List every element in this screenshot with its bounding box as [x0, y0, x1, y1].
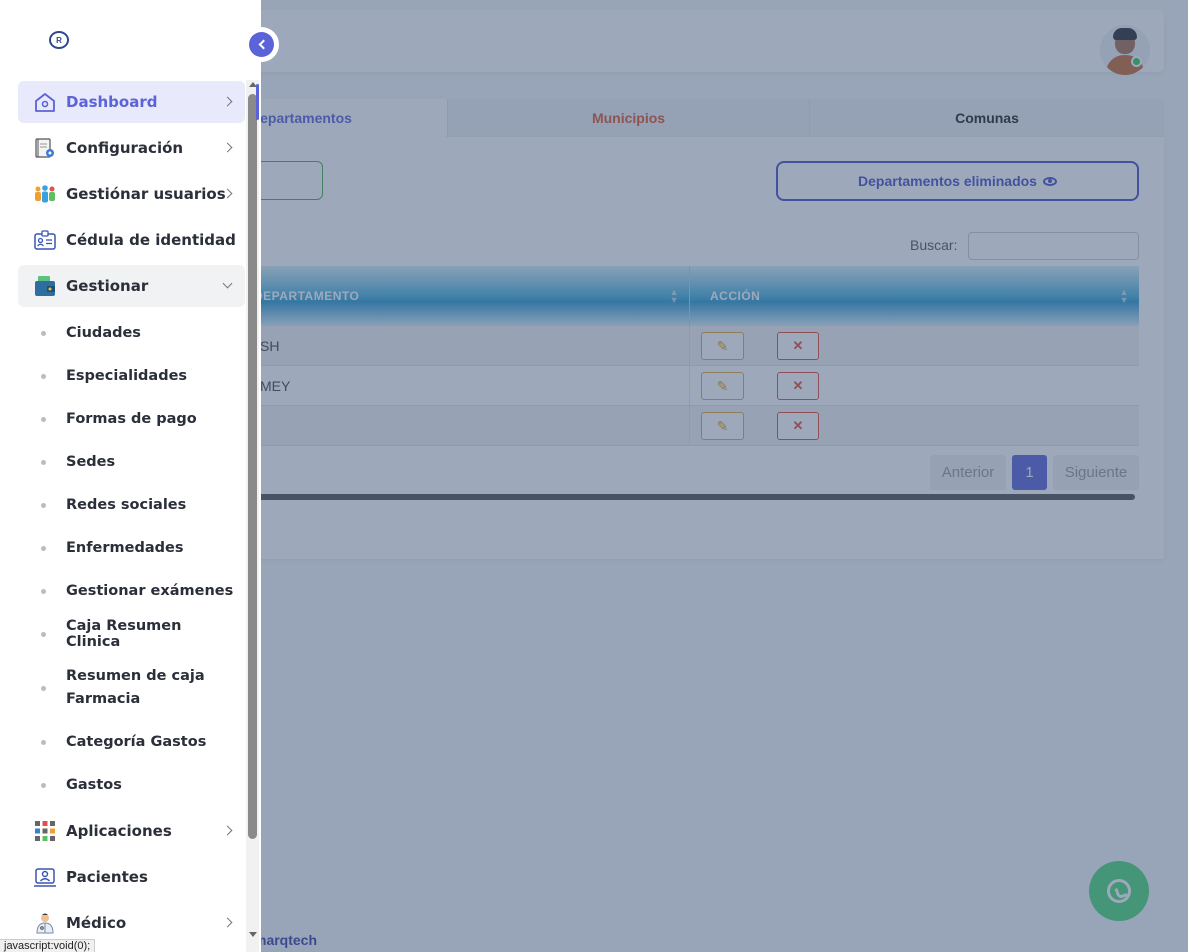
sidebar-item-gestionar-usuarios[interactable]: Gestiónar usuarios [18, 173, 245, 215]
sidebar-item-medico[interactable]: Médico [18, 902, 245, 944]
sidebar-scrollbar-thumb[interactable] [248, 94, 257, 839]
sidebar-item-label: Cédula de identidad [66, 231, 236, 249]
submenu-item-label: Gestionar exámenes [66, 582, 234, 599]
scroll-down-arrow-icon[interactable] [249, 932, 257, 937]
submenu-item-label: Formas de pago [66, 410, 197, 427]
sidebar-scrollbar[interactable] [246, 80, 259, 952]
submenu-item-especialidades[interactable]: Especialidades [18, 354, 245, 397]
submenu-item-resumen-caja-farmacia[interactable]: Resumen de caja Farmacia [18, 655, 245, 720]
submenu-item-label: Gastos [66, 776, 122, 793]
submenu-item-label: Enfermedades [66, 539, 184, 556]
sidebar-collapse-button[interactable] [244, 27, 279, 62]
sidebar-item-gestionar[interactable]: Gestionar [18, 265, 245, 307]
sidebar-item-pacientes[interactable]: Pacientes [18, 856, 245, 898]
sidebar-item-label: Gestionar [66, 277, 149, 295]
chevron-right-icon [222, 917, 233, 928]
submenu-item-gestionar-examenes[interactable]: Gestionar exámenes [18, 569, 245, 612]
wallet-icon [35, 276, 55, 296]
submenu-item-label: Caja Resumen Clinica [66, 617, 182, 650]
bullet-icon [41, 416, 46, 422]
submenu-item-label: Categoría Gastos [66, 733, 207, 750]
bullet-icon [41, 685, 46, 691]
id-card-icon [34, 230, 56, 250]
bullet-icon [41, 588, 46, 594]
submenu-item-label: Ciudades [66, 324, 141, 341]
chevron-down-icon [222, 278, 233, 289]
sidebar-item-label: Dashboard [66, 93, 158, 111]
browser-status-bar: javascript:void(0); [0, 939, 96, 952]
app-logo[interactable]: R [46, 31, 72, 57]
submenu-item-caja-resumen-clinica[interactable]: Caja Resumen Clinica [18, 612, 245, 655]
apps-grid-icon [35, 821, 55, 841]
gestionar-submenu: Ciudades Especialidades Formas de pago S… [18, 311, 245, 806]
submenu-item-label: Resumen de caja Farmacia [66, 667, 205, 707]
chevron-right-icon [222, 142, 233, 153]
bullet-icon [41, 545, 46, 551]
home-icon [35, 93, 55, 112]
sidebar-item-label: Gestiónar usuarios [66, 185, 226, 203]
chevron-left-icon [258, 39, 268, 50]
sidebar-item-label: Médico [66, 914, 127, 932]
bullet-icon [41, 782, 46, 788]
users-group-icon [35, 185, 55, 203]
collapse-button-inner [249, 32, 274, 57]
submenu-item-gastos[interactable]: Gastos [18, 763, 245, 806]
submenu-item-ciudades[interactable]: Ciudades [18, 311, 245, 354]
bullet-icon [41, 330, 46, 336]
bullet-icon [41, 459, 46, 465]
doctor-icon [36, 913, 54, 934]
bullet-icon [41, 502, 46, 508]
submenu-item-enfermedades[interactable]: Enfermedades [18, 526, 245, 569]
sidebar-item-dashboard[interactable]: Dashboard [18, 81, 245, 123]
settings-notebook-icon [35, 138, 54, 158]
submenu-item-label: Redes sociales [66, 496, 187, 513]
submenu-item-label: Especialidades [66, 367, 188, 384]
logo-mark: R [49, 31, 69, 49]
bullet-icon [41, 631, 46, 637]
active-item-indicator [256, 84, 259, 120]
sidebar-item-label: Aplicaciones [66, 822, 172, 840]
sidebar-item-aplicaciones[interactable]: Aplicaciones [18, 810, 245, 852]
sidebar-item-label: Configuración [66, 139, 184, 157]
sidebar-nav: Dashboard Configuración Gestiónar usuari… [18, 81, 245, 948]
sidebar-item-cedula[interactable]: Cédula de identidad [18, 219, 245, 261]
chevron-right-icon [222, 825, 233, 836]
chevron-right-icon [222, 96, 233, 107]
bullet-icon [41, 373, 46, 379]
submenu-item-formas-de-pago[interactable]: Formas de pago [18, 397, 245, 440]
patient-icon [34, 868, 56, 887]
bullet-icon [41, 739, 46, 745]
submenu-item-categoria-gastos[interactable]: Categoría Gastos [18, 720, 245, 763]
submenu-item-label: Sedes [66, 453, 116, 470]
submenu-item-sedes[interactable]: Sedes [18, 440, 245, 483]
sidebar-item-label: Pacientes [66, 868, 148, 886]
submenu-item-redes-sociales[interactable]: Redes sociales [18, 483, 245, 526]
sidebar: R Dashboard Configuración Gestiónar usua… [0, 0, 261, 952]
sidebar-item-configuracion[interactable]: Configuración [18, 127, 245, 169]
